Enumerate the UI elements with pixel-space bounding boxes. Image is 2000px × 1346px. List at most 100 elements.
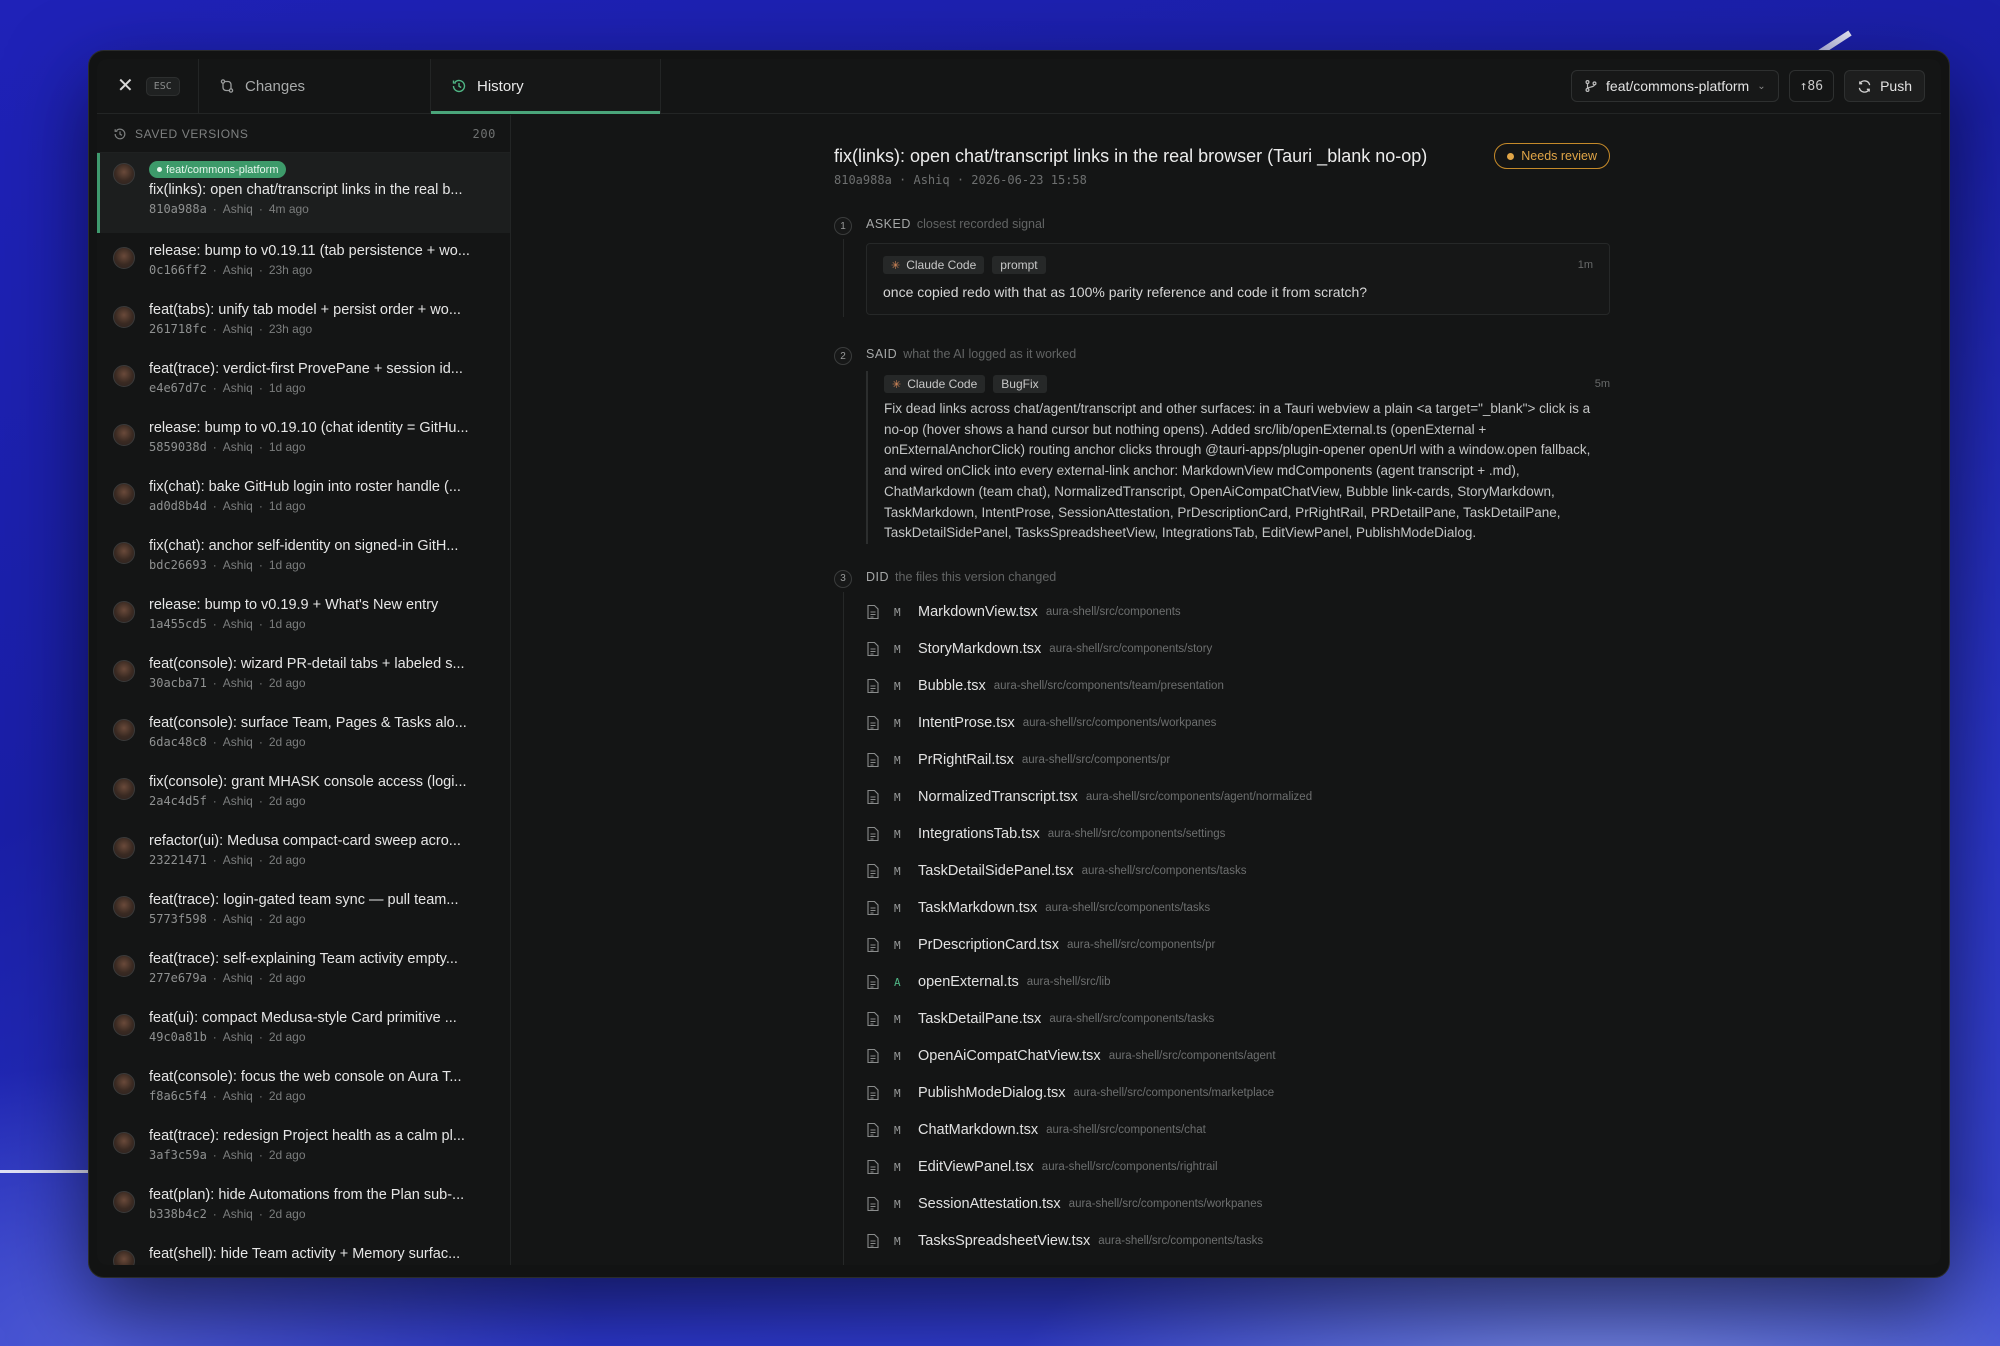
elapsed-time: 1m bbox=[1577, 259, 1593, 271]
commit-list-item[interactable]: release: bump to v0.19.9 + What's New en… bbox=[97, 587, 510, 646]
changed-file-row[interactable]: M SessionAttestation.tsx aura-shell/src/co… bbox=[866, 1186, 1610, 1223]
changed-file-row[interactable]: M TaskDetailSidePanel.tsx aura-shell/src/c… bbox=[866, 853, 1610, 890]
esc-hint: ESC bbox=[145, 76, 180, 96]
file-name: Bubble.tsx bbox=[918, 678, 986, 695]
meta-sep: · bbox=[212, 558, 217, 572]
changed-file-row[interactable]: M EditViewPanel.tsx aura-shell/src/compone… bbox=[866, 1149, 1610, 1186]
changed-file-row[interactable]: M TaskDetailPane.tsx aura-shell/src/compon… bbox=[866, 1001, 1610, 1038]
changed-file-row[interactable]: M ChatMarkdown.tsx aura-shell/src/componen… bbox=[866, 1112, 1610, 1149]
commit-item-title: release: bump to v0.19.11 (tab persisten… bbox=[149, 243, 470, 259]
push-label: Push bbox=[1880, 78, 1912, 94]
chip-row: ✳ Claude Code prompt 1m bbox=[883, 256, 1593, 274]
file-path: aura-shell/src/components/story bbox=[1049, 643, 1213, 656]
commit-detail: fix(links): open chat/transcript links i… bbox=[834, 143, 1610, 1265]
sidebar-header: SAVED VERSIONS 200 bbox=[97, 115, 510, 153]
commit-sha: 49c0a81b bbox=[149, 1030, 207, 1044]
commit-sha: 810a988a bbox=[149, 202, 207, 216]
changed-file-row[interactable]: M PrDescriptionCard.tsx aura-shell/src/com… bbox=[866, 927, 1610, 964]
tab-history[interactable]: History bbox=[431, 59, 661, 114]
file-path: aura-shell/src/components/workpanes bbox=[1068, 1198, 1263, 1211]
commit-list-item[interactable]: feat/commons-platform fix(links): open ch… bbox=[97, 153, 510, 233]
meta-sep: · bbox=[258, 381, 263, 395]
step-number: 1 bbox=[834, 217, 852, 235]
commit-item-meta: 6dac48c8 · Ashiq · 2d ago bbox=[149, 735, 498, 749]
tab-changes[interactable]: Changes bbox=[199, 59, 431, 113]
changed-file-row[interactable]: M MarkdownView.tsx aura-shell/src/componen… bbox=[866, 594, 1610, 631]
commit-list-item[interactable]: fix(chat): bake GitHub login into roster… bbox=[97, 469, 510, 528]
changed-file-row[interactable]: M PrRightRail.tsx aura-shell/src/component… bbox=[866, 742, 1610, 779]
file-name: ChatMarkdown.tsx bbox=[918, 1122, 1039, 1139]
kind-chip: prompt bbox=[992, 256, 1046, 274]
branch-tag: feat/commons-platform bbox=[149, 161, 287, 178]
meta-sep: · bbox=[212, 1089, 217, 1103]
commit-list-item[interactable]: fix(console): grant MHASK console access… bbox=[97, 764, 510, 823]
file-name: TaskDetailSidePanel.tsx bbox=[918, 863, 1074, 880]
file-icon bbox=[867, 679, 879, 694]
file-path: aura-shell/src/components/marketplace bbox=[1073, 1087, 1275, 1100]
commit-list-item[interactable]: feat(trace): login-gated team sync — pul… bbox=[97, 882, 510, 941]
file-path: aura-shell/src/components/settings bbox=[1047, 828, 1226, 841]
asked-section: 1 ASKED closest recorded signal ✳ Claude C… bbox=[834, 217, 1610, 317]
log-text: Fix dead links across chat/agent/transcr… bbox=[884, 401, 1591, 541]
changed-file-row[interactable]: M TaskMarkdown.tsx aura-shell/src/componen… bbox=[866, 890, 1610, 927]
commit-author: Ashiq bbox=[222, 676, 253, 690]
meta-sep: · bbox=[258, 853, 263, 867]
commit-author: Ashiq bbox=[222, 202, 253, 216]
file-status: A bbox=[894, 975, 901, 989]
close-icon[interactable]: ✕ bbox=[117, 76, 134, 96]
did-label: DID bbox=[866, 569, 890, 584]
commit-list-item[interactable]: feat(plan): hide Automations from the Pl… bbox=[97, 1177, 510, 1236]
history-icon bbox=[114, 128, 126, 139]
changed-file-row[interactable]: M PublishModeDialog.tsx aura-shell/src/com… bbox=[866, 1075, 1610, 1112]
commits-ahead-badge: ↑86 bbox=[1788, 70, 1835, 102]
changed-file-row[interactable]: M IntegrationsTab.tsx aura-shell/src/compo… bbox=[866, 816, 1610, 853]
meta-sep: · bbox=[258, 1089, 263, 1103]
commit-time: 1d ago bbox=[268, 381, 306, 395]
commit-list-item[interactable]: feat(console): wizard PR-detail tabs + l… bbox=[97, 646, 510, 705]
commit-item-title: feat(trace): verdict-first ProvePane + s… bbox=[149, 361, 463, 377]
commit-author: Ashiq bbox=[222, 971, 253, 985]
section-label: DID the files this version changed bbox=[866, 570, 1610, 584]
timeline-rail bbox=[843, 591, 844, 1265]
meta-sep: · bbox=[212, 912, 217, 926]
commit-detail-pane: fix(links): open chat/transcript links i… bbox=[512, 115, 1941, 1265]
meta-sep: · bbox=[212, 853, 217, 867]
said-sublabel: what the AI logged as it worked bbox=[903, 347, 1077, 361]
file-status: M bbox=[894, 864, 901, 878]
file-status: M bbox=[894, 716, 901, 730]
changed-file-row[interactable]: M Bubble.tsx aura-shell/src/components/tea… bbox=[866, 668, 1610, 705]
commit-item-title: release: bump to v0.19.10 (chat identity… bbox=[149, 420, 469, 436]
detail-header: fix(links): open chat/transcript links i… bbox=[834, 143, 1610, 169]
changed-file-row[interactable]: M TasksSpreadsheetView.tsx aura-shell/src/… bbox=[866, 1223, 1610, 1260]
commit-list-item[interactable]: fix(chat): anchor self-identity on signe… bbox=[97, 528, 510, 587]
commit-time: 23h ago bbox=[268, 322, 313, 336]
status-badge[interactable]: Needs review bbox=[1494, 143, 1610, 169]
did-section: 3 DID the files this version changed M Mar… bbox=[834, 569, 1610, 1265]
changed-file-row[interactable]: M StoryMarkdown.tsx aura-shell/src/compone… bbox=[866, 631, 1610, 668]
commit-list-item[interactable]: feat(ui): compact Medusa-style Card prim… bbox=[97, 1000, 510, 1059]
file-name: EditViewPanel.tsx bbox=[918, 1159, 1034, 1176]
commit-list-item[interactable]: feat(console): focus the web console on … bbox=[97, 1059, 510, 1118]
push-button[interactable]: Push bbox=[1844, 70, 1925, 102]
avatar bbox=[113, 542, 135, 564]
changed-file-row[interactable]: M IntentProse.tsx aura-shell/src/component… bbox=[866, 705, 1610, 742]
commit-sha: 23221471 bbox=[149, 853, 207, 867]
file-path: aura-shell/src/components/rightrail bbox=[1041, 1161, 1218, 1174]
commit-list-item[interactable]: feat(shell): hide Team activity + Memory… bbox=[97, 1236, 510, 1265]
commit-time: 2d ago bbox=[268, 1089, 306, 1103]
commit-list-item[interactable]: feat(tabs): unify tab model + persist or… bbox=[97, 292, 510, 351]
commit-item-meta: 0c166ff2 · Ashiq · 23h ago bbox=[149, 263, 498, 277]
commit-list-item[interactable]: release: bump to v0.19.11 (tab persisten… bbox=[97, 233, 510, 292]
commit-list-item[interactable]: feat(trace): verdict-first ProvePane + s… bbox=[97, 351, 510, 410]
commit-list-item[interactable]: refactor(ui): Medusa compact-card sweep … bbox=[97, 823, 510, 882]
commit-list-item[interactable]: feat(trace): self-explaining Team activi… bbox=[97, 941, 510, 1000]
changed-file-row[interactable]: M NormalizedTranscript.tsx aura-shell/src/… bbox=[866, 779, 1610, 816]
commit-list-item[interactable]: feat(trace): redesign Project health as … bbox=[97, 1118, 510, 1177]
kind-chip: BugFix bbox=[993, 375, 1047, 393]
branch-selector[interactable]: feat/commons-platform ⌄ bbox=[1571, 70, 1779, 102]
commit-sha: 0c166ff2 bbox=[149, 263, 207, 277]
commit-list-item[interactable]: release: bump to v0.19.10 (chat identity… bbox=[97, 410, 510, 469]
commit-list-item[interactable]: feat(console): surface Team, Pages & Tas… bbox=[97, 705, 510, 764]
changed-file-row[interactable]: AopenExternal.ts aura-shell/src/lib bbox=[866, 964, 1610, 1001]
changed-file-row[interactable]: M OpenAiCompatChatView.tsx aura-shell/src/… bbox=[866, 1038, 1610, 1075]
